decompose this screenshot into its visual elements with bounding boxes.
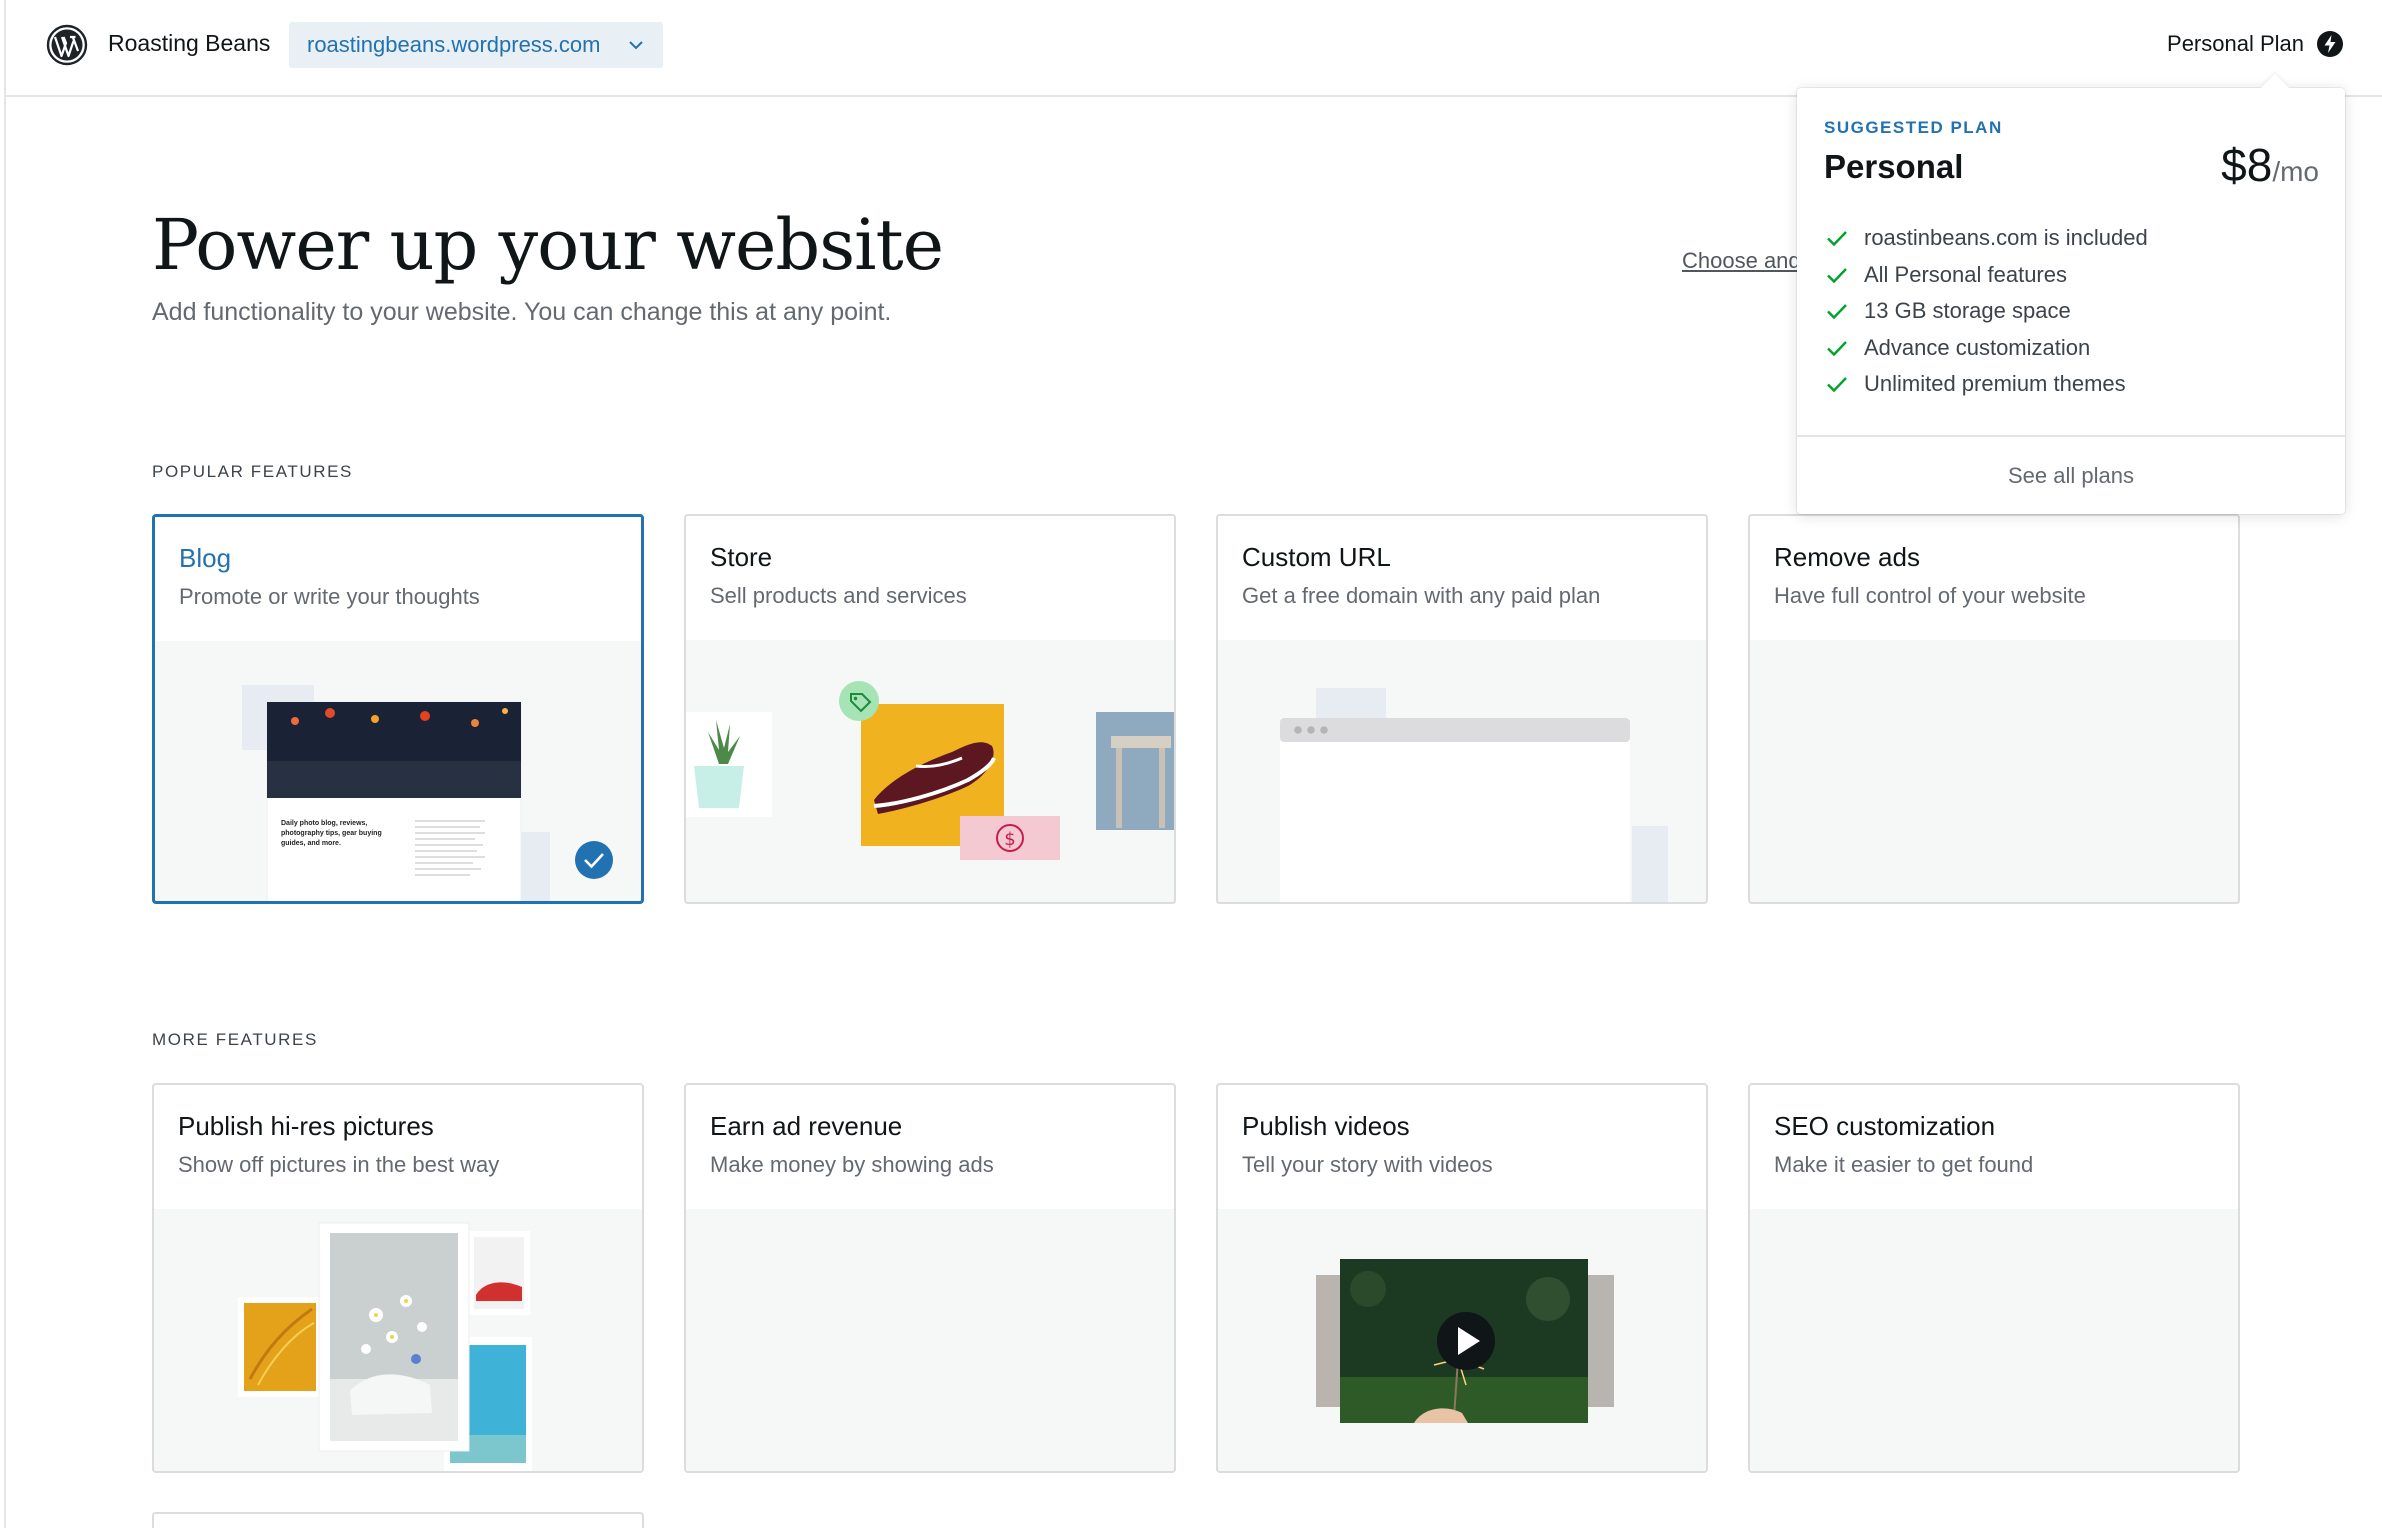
plan-feature: All Personal features bbox=[1824, 257, 2148, 294]
plan-feature-text: roastinbeans.com is included bbox=[1864, 225, 2148, 251]
plan-name: Personal bbox=[1824, 148, 1964, 185]
card-description: Get a free domain with any paid plan bbox=[1242, 583, 1601, 608]
top-bar: Roasting Beans roastingbeans.wordpress.c… bbox=[6, 0, 2382, 97]
checkmark-icon bbox=[1827, 267, 1847, 283]
plan-feature: Unlimited premium themes bbox=[1824, 366, 2148, 403]
feature-card-seo[interactable]: SEO customization Make it easier to get … bbox=[1748, 1083, 2240, 1473]
blog-illustration: Daily photo blog, reviews, photography t… bbox=[155, 641, 641, 901]
tag-icon bbox=[839, 681, 879, 721]
bolt-icon bbox=[2317, 31, 2343, 57]
card-header: Blog Promote or write your thoughts bbox=[155, 517, 641, 641]
plan-label: Personal Plan bbox=[2167, 31, 2304, 56]
preview-text-line-2: photography tips, gear buying bbox=[281, 830, 382, 837]
card-title: Earn ad revenue bbox=[710, 1111, 903, 1141]
checkmark-icon bbox=[1827, 304, 1847, 320]
plan-price: $8/mo bbox=[2221, 138, 2319, 192]
card-header: Publish hi-res pictures Show off picture… bbox=[154, 1085, 642, 1209]
card-description: Make money by showing ads bbox=[710, 1152, 994, 1177]
card-title: Publish hi-res pictures bbox=[178, 1111, 434, 1141]
plan-feature-text: 13 GB storage space bbox=[1864, 298, 2071, 324]
store-illustration: $ bbox=[686, 640, 1174, 902]
card-description: Sell products and services bbox=[710, 583, 967, 608]
card-header: Store Sell products and services bbox=[686, 516, 1174, 640]
preview-text-line-1: Daily photo blog, reviews, bbox=[281, 820, 367, 827]
feature-card-hires-pictures[interactable]: Publish hi-res pictures Show off picture… bbox=[152, 1083, 644, 1473]
price-period: /mo bbox=[2272, 156, 2319, 187]
selected-check-icon bbox=[575, 841, 613, 879]
custom-url-illustration bbox=[1218, 640, 1706, 902]
plan-feature: roastinbeans.com is included bbox=[1824, 220, 2148, 257]
card-description: Show off pictures in the best way bbox=[178, 1152, 500, 1177]
more-features-label: MORE FEATURES bbox=[152, 1030, 318, 1049]
page-subtitle: Add functionality to your website. You c… bbox=[152, 298, 892, 326]
checkmark-icon bbox=[1827, 231, 1847, 247]
site-name: Roasting Beans bbox=[108, 30, 271, 56]
checkmark-icon bbox=[1827, 340, 1847, 356]
popular-features-label: POPULAR FEATURES bbox=[152, 462, 353, 481]
choose-link[interactable]: Choose and bbox=[1682, 248, 1802, 274]
remove-ads-illustration bbox=[1750, 640, 2238, 902]
card-header: Earn ad revenue Make money by showing ad… bbox=[686, 1085, 1174, 1209]
site-url-label: roastingbeans.wordpress.com bbox=[307, 32, 601, 57]
ad-revenue-illustration bbox=[686, 1209, 1174, 1471]
card-title: SEO customization bbox=[1774, 1111, 1996, 1141]
page-title: Power up your website bbox=[152, 204, 944, 286]
feature-card-blog[interactable]: Blog Promote or write your thoughts Dail… bbox=[152, 514, 644, 904]
card-title: Remove ads bbox=[1774, 542, 1920, 572]
plan-feature-text: Advance customization bbox=[1864, 334, 2091, 360]
svg-text:$: $ bbox=[1004, 829, 1015, 850]
plan-feature: 13 GB storage space bbox=[1824, 293, 2148, 330]
card-description: Make it easier to get found bbox=[1774, 1152, 2034, 1177]
feature-card-remove-ads[interactable]: Remove ads Have full control of your web… bbox=[1748, 514, 2240, 904]
plan-feature-list: roastinbeans.com is included All Persona… bbox=[1824, 220, 2148, 403]
play-icon[interactable] bbox=[1437, 1312, 1495, 1370]
card-header: SEO customization Make it easier to get … bbox=[1750, 1085, 2238, 1209]
suggested-plan-label: SUGGESTED PLAN bbox=[1824, 118, 2003, 137]
card-description: Promote or write your thoughts bbox=[179, 584, 480, 609]
plan-feature-text: All Personal features bbox=[1864, 261, 2067, 287]
feature-card-ad-revenue[interactable]: Earn ad revenue Make money by showing ad… bbox=[684, 1083, 1176, 1473]
card-title: Custom URL bbox=[1242, 542, 1391, 572]
card-header: Custom URL Get a free domain with any pa… bbox=[1218, 516, 1706, 640]
site-url-dropdown[interactable]: roastingbeans.wordpress.com bbox=[289, 22, 663, 68]
card-header: Remove ads Have full control of your web… bbox=[1750, 516, 2238, 640]
plan-feature: Advance customization bbox=[1824, 330, 2148, 367]
see-all-plans-link[interactable]: See all plans bbox=[1797, 437, 2345, 514]
left-edge bbox=[0, 0, 6, 1528]
personal-plan-button[interactable]: Personal Plan bbox=[2167, 30, 2344, 58]
card-description: Have full control of your website bbox=[1774, 583, 2086, 608]
videos-illustration bbox=[1218, 1209, 1706, 1471]
wordpress-logo-icon[interactable] bbox=[46, 24, 88, 66]
price-amount: $8 bbox=[2221, 139, 2273, 191]
card-title: Store bbox=[710, 542, 773, 572]
card-description: Tell your story with videos bbox=[1242, 1152, 1493, 1177]
feature-card-store[interactable]: Store Sell products and services $ bbox=[684, 514, 1176, 904]
hires-pictures-illustration bbox=[154, 1209, 642, 1471]
suggested-plan-popover: SUGGESTED PLAN Personal $8/mo roastinbea… bbox=[1797, 73, 2345, 514]
seo-illustration bbox=[1750, 1209, 2238, 1471]
plan-feature-text: Unlimited premium themes bbox=[1864, 371, 2126, 397]
chevron-down-icon bbox=[629, 41, 643, 50]
checkmark-icon bbox=[1827, 377, 1847, 393]
feature-card-videos[interactable]: Publish videos Tell your story with vide… bbox=[1216, 1083, 1708, 1473]
preview-text-line-3: guides, and more. bbox=[281, 840, 341, 847]
feature-card-custom-url[interactable]: Custom URL Get a free domain with any pa… bbox=[1216, 514, 1708, 904]
card-title: Publish videos bbox=[1242, 1111, 1410, 1141]
card-title: Blog bbox=[179, 543, 232, 573]
card-header: Publish videos Tell your story with vide… bbox=[1218, 1085, 1706, 1209]
feature-card-partial[interactable] bbox=[152, 1512, 644, 1528]
